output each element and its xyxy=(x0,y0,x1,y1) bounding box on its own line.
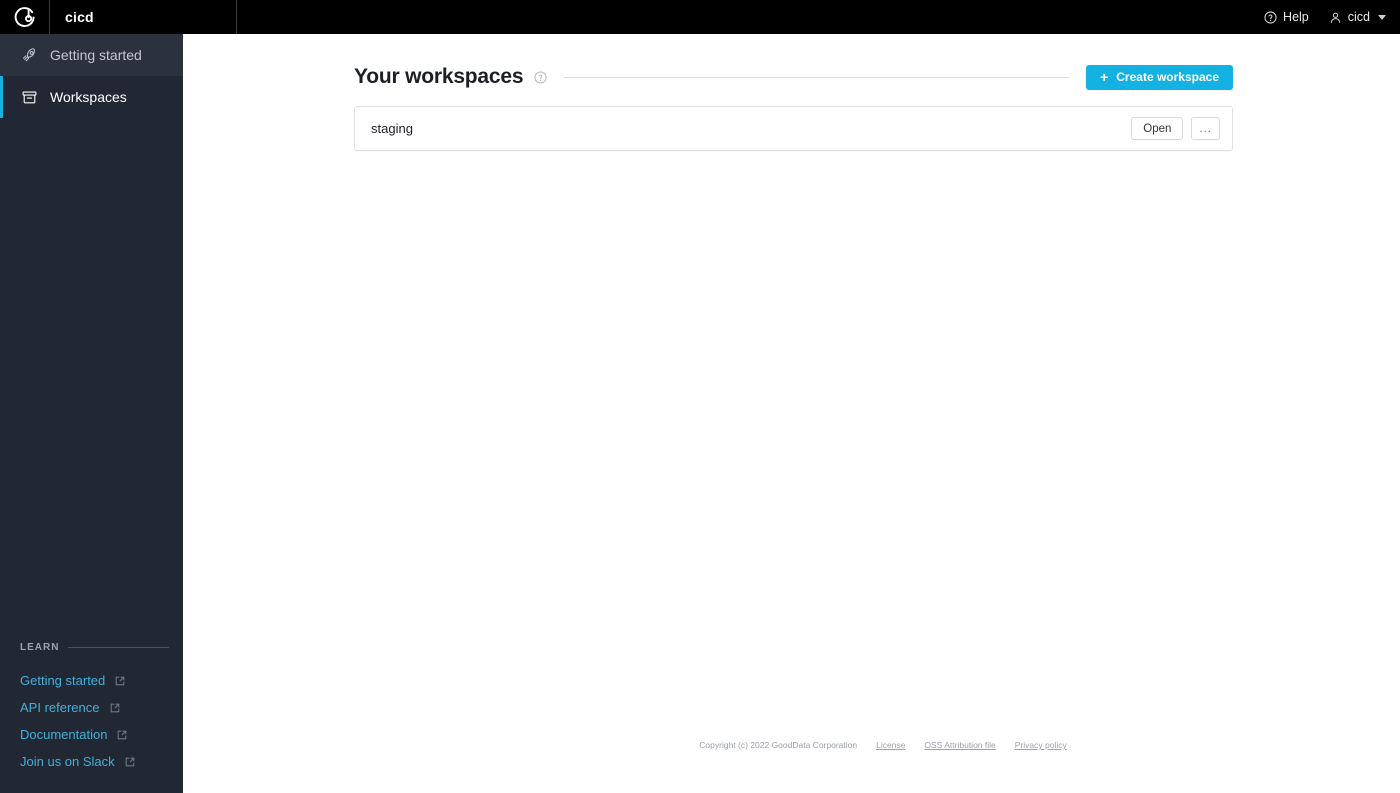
header-divider xyxy=(564,76,1070,78)
app-root: cicd Help cicd Getting started Workspace… xyxy=(0,0,1400,793)
help-label: Help xyxy=(1283,9,1309,24)
footer-copyright: Copyright (c) 2022 GoodData Corporation xyxy=(699,740,858,750)
sidebar-item-workspaces[interactable]: Workspaces xyxy=(0,76,183,118)
learn-link-label: API reference xyxy=(20,700,100,715)
learn-link-slack[interactable]: Join us on Slack xyxy=(20,748,183,775)
plus-icon: + xyxy=(1100,69,1109,85)
workspace-more-menu-button[interactable]: ... xyxy=(1191,117,1220,140)
user-label: cicd xyxy=(1347,9,1370,24)
external-link-icon xyxy=(115,676,125,685)
page-header: Your workspaces + Create workspace xyxy=(354,62,1233,92)
create-workspace-label: Create workspace xyxy=(1116,70,1219,84)
help-button[interactable]: Help xyxy=(1264,0,1309,34)
page-title: Your workspaces xyxy=(354,65,524,88)
gooddata-logo-button[interactable] xyxy=(0,0,50,34)
question-circle-icon[interactable] xyxy=(534,70,547,84)
sidebar-item-getting-started[interactable]: Getting started xyxy=(0,34,183,76)
rocket-icon xyxy=(20,46,38,64)
learn-heading: LEARN xyxy=(20,642,60,653)
workspace-row-actions: Open ... xyxy=(1131,117,1220,140)
top-bar: cicd Help cicd xyxy=(0,0,1400,34)
external-link-icon xyxy=(110,703,119,712)
footer-link-privacy-policy[interactable]: Privacy policy xyxy=(1015,740,1067,750)
workspace-name: staging xyxy=(371,121,413,136)
main-content: Your workspaces + Create workspace stagi… xyxy=(183,34,1400,793)
sidebar-item-label: Getting started xyxy=(50,47,142,63)
learn-link-api-reference[interactable]: API reference xyxy=(20,694,183,721)
external-link-icon xyxy=(125,757,134,766)
open-workspace-button[interactable]: Open xyxy=(1131,117,1184,140)
archive-box-icon xyxy=(20,88,38,106)
learn-link-label: Getting started xyxy=(20,673,106,688)
learn-section-header: LEARN xyxy=(0,642,183,653)
sidebar-item-label: Workspaces xyxy=(50,89,127,105)
external-link-icon xyxy=(118,730,127,739)
chevron-down-icon xyxy=(1378,14,1386,20)
gooddata-logo-icon xyxy=(14,7,35,27)
footer-link-oss-attribution[interactable]: OSS Attribution file xyxy=(924,740,995,750)
learn-divider xyxy=(68,647,169,648)
learn-links: Getting started API reference Documentat… xyxy=(0,667,183,793)
user-menu-button[interactable]: cicd xyxy=(1329,0,1386,34)
workspaces-panel: Your workspaces + Create workspace stagi… xyxy=(354,62,1233,151)
footer-link-license[interactable]: License xyxy=(876,740,905,750)
footer: Copyright (c) 2022 GoodData Corporation … xyxy=(366,740,1400,750)
learn-link-label: Join us on Slack xyxy=(20,754,115,769)
sidebar: Getting started Workspaces LEARN Getting… xyxy=(0,34,183,793)
learn-link-label: Documentation xyxy=(20,727,108,742)
workspace-row[interactable]: staging Open ... xyxy=(354,106,1233,151)
topbar-actions: Help cicd xyxy=(1264,0,1400,34)
question-circle-icon xyxy=(1264,10,1277,24)
learn-link-getting-started[interactable]: Getting started xyxy=(20,667,183,694)
project-title: cicd xyxy=(50,0,237,34)
create-workspace-button[interactable]: + Create workspace xyxy=(1086,64,1233,90)
user-icon xyxy=(1330,12,1340,23)
learn-link-documentation[interactable]: Documentation xyxy=(20,721,183,748)
workspace-list: staging Open ... xyxy=(354,106,1233,151)
